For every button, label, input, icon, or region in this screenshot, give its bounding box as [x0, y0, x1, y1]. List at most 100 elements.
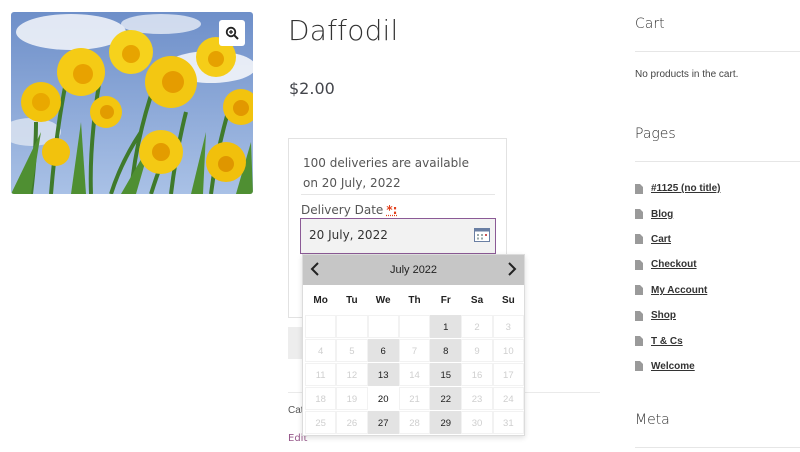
datepicker-header: July 2022 [303, 255, 524, 285]
delivery-date-label-text: Delivery Date [301, 203, 384, 217]
datepicker-day [398, 315, 431, 338]
divider [635, 161, 800, 162]
pages-list: #1125 (no title) Blog Cart Checkout My A… [635, 176, 720, 379]
datepicker-day [367, 315, 399, 338]
page-icon [635, 234, 643, 245]
datepicker-day: 10 [492, 339, 524, 362]
datepicker-day: 21 [398, 387, 431, 410]
product-title: Daffodil [288, 14, 399, 47]
datepicker-day: 19 [336, 387, 368, 410]
datepicker-day[interactable]: 13 [367, 363, 399, 386]
datepicker-day: 4 [305, 339, 337, 362]
weekday-label: Sa [470, 295, 484, 306]
datepicker-day[interactable]: 15 [430, 363, 462, 386]
datepicker-day: 9 [461, 339, 493, 362]
product-category: Cat [288, 405, 302, 416]
datepicker-day: 12 [336, 363, 368, 386]
availability-text: 100 deliveries are available on 20 July,… [303, 156, 469, 190]
page-link[interactable]: Checkout [651, 259, 697, 270]
divider [635, 51, 800, 52]
datepicker-day: 7 [398, 339, 431, 362]
datepicker-day: 25 [305, 411, 337, 434]
delivery-date-input[interactable]: 20 July, 2022 [300, 218, 496, 254]
weekday-label: Fr [440, 295, 451, 306]
list-item: Welcome [635, 354, 720, 379]
datepicker-day [336, 315, 368, 338]
page-link[interactable]: Cart [651, 234, 671, 245]
product-image[interactable] [11, 12, 253, 194]
datepicker: July 2022 Mo Tu We Th Fr Sa Su 123456789… [302, 254, 525, 436]
list-item: Cart [635, 227, 720, 252]
page-link[interactable]: T & Cs [651, 336, 683, 347]
page-icon [635, 259, 643, 270]
datepicker-day: 26 [336, 411, 368, 434]
datepicker-day[interactable]: 29 [430, 411, 462, 434]
page-icon [635, 285, 643, 296]
datepicker-day-selected[interactable]: 20 [367, 387, 399, 410]
datepicker-day: 30 [461, 411, 493, 434]
daffodil-photo [11, 12, 253, 194]
datepicker-day: 28 [398, 411, 431, 434]
datepicker-day: 31 [492, 411, 524, 434]
cart-widget-title: Cart [635, 16, 665, 32]
page-link[interactable]: #1125 (no title) [651, 183, 720, 194]
page-link[interactable]: My Account [651, 285, 707, 296]
required-marker: *: [386, 203, 398, 217]
delivery-date-label: Delivery Date *: [301, 203, 397, 217]
datepicker-day[interactable]: 27 [367, 411, 399, 434]
delivery-date-value: 20 July, 2022 [309, 228, 388, 242]
weekday-label: Tu [346, 295, 358, 306]
datepicker-week-row: 4 5 6 7 8 9 10 [305, 339, 524, 363]
list-item: T & Cs [635, 328, 720, 353]
datepicker-day [305, 315, 337, 338]
list-item: Blog [635, 201, 720, 226]
datepicker-day: 18 [305, 387, 337, 410]
page-link[interactable]: Blog [651, 209, 673, 220]
zoom-button[interactable] [219, 20, 245, 46]
page-icon [635, 310, 643, 321]
weekday-label: Mo [313, 295, 328, 306]
calendar-icon[interactable] [474, 228, 490, 242]
page-icon [635, 336, 643, 347]
page-icon [635, 183, 643, 194]
weekday-header-row: Mo Tu We Th Fr Sa Su [305, 291, 524, 315]
list-item: My Account [635, 278, 720, 303]
datepicker-week-row: 18 19 20 21 22 23 24 [305, 387, 524, 411]
datepicker-day[interactable]: 6 [367, 339, 399, 362]
page-link[interactable]: Welcome [651, 361, 695, 372]
list-item: #1125 (no title) [635, 176, 720, 201]
datepicker-day[interactable]: 22 [430, 387, 462, 410]
datepicker-day: 17 [492, 363, 524, 386]
datepicker-day: 3 [492, 315, 524, 338]
datepicker-weeks: 1 2 3 4 5 6 7 8 9 10 11 12 13 14 15 16 17 18 19 20 21 22 23 24 2… [305, 315, 524, 435]
datepicker-week-row: 25 26 27 28 29 30 31 [305, 411, 524, 435]
datepicker-grid: Mo Tu We Th Fr Sa Su 1 2 3 4 5 6 7 8 9 10 11 12 13 14… [305, 291, 524, 435]
datepicker-week-row: 123 [305, 315, 524, 339]
datepicker-day[interactable]: 8 [430, 339, 462, 362]
datepicker-week-row: 11 12 13 14 15 16 17 [305, 363, 524, 387]
divider [635, 447, 800, 448]
datepicker-month-title: July 2022 [389, 264, 438, 276]
datepicker-day[interactable]: 1 [430, 315, 462, 338]
datepicker-day: 5 [336, 339, 368, 362]
weekday-label: Su [501, 295, 515, 306]
page-icon [635, 361, 643, 372]
weekday-label: Th [408, 295, 421, 306]
list-item: Checkout [635, 252, 720, 277]
product-price: $2.00 [289, 79, 335, 98]
datepicker-day: 24 [492, 387, 524, 410]
pages-widget-title: Pages [635, 126, 676, 142]
datepicker-day: 2 [461, 315, 493, 338]
datepicker-day: 23 [461, 387, 493, 410]
chevron-right-icon[interactable] [503, 260, 521, 278]
weekday-label: We [375, 295, 391, 306]
datepicker-day: 16 [461, 363, 493, 386]
zoom-in-icon [225, 26, 239, 40]
list-item: Shop [635, 303, 720, 328]
cart-empty-message: No products in the cart. [635, 69, 739, 80]
divider [301, 194, 495, 195]
page-icon [635, 209, 643, 220]
meta-widget-title: Meta [635, 412, 670, 428]
datepicker-day: 11 [305, 363, 337, 386]
page-link[interactable]: Shop [651, 310, 676, 321]
